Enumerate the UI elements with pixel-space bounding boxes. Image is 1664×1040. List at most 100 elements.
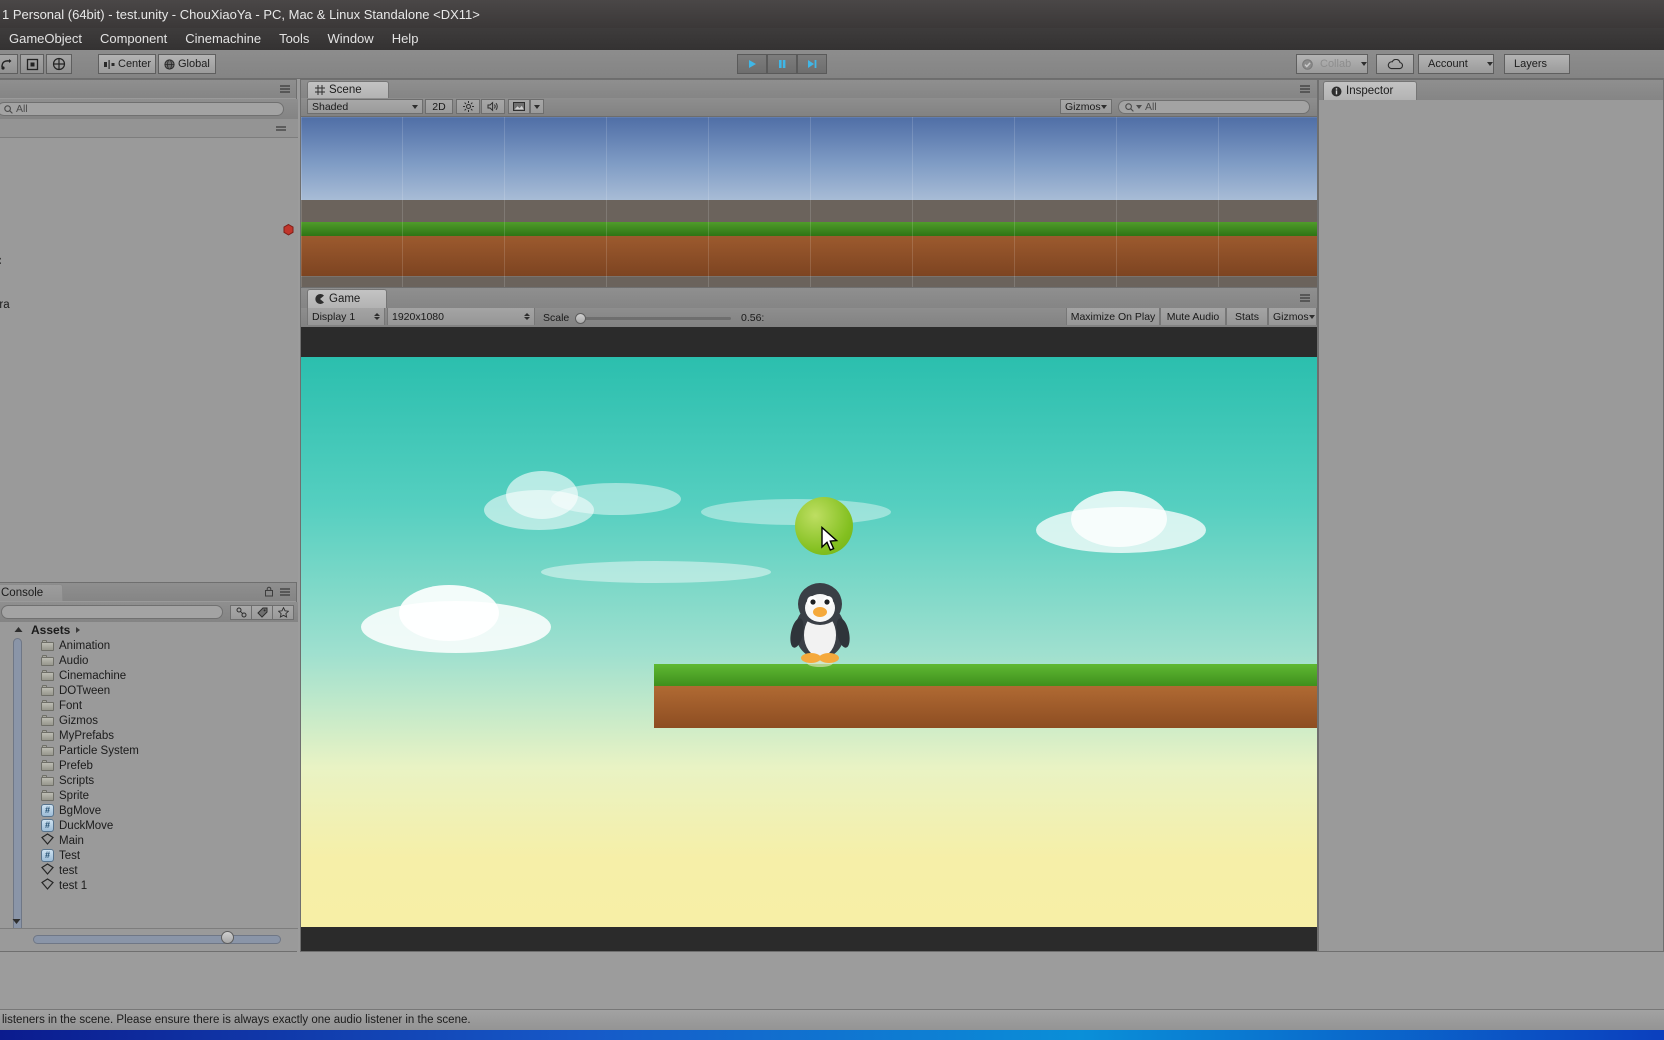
- inspector-panel: Inspector: [1318, 79, 1664, 952]
- space-mode-button[interactable]: Global: [158, 54, 216, 74]
- project-root-label: Assets: [31, 622, 71, 637]
- hierarchy-panel-menu-icon[interactable]: [278, 83, 292, 93]
- csharp-script-icon: #: [41, 819, 54, 832]
- cloud-button[interactable]: [1376, 54, 1414, 74]
- pause-button[interactable]: [767, 54, 797, 74]
- project-scroll-down-icon[interactable]: [11, 916, 25, 927]
- menu-tools[interactable]: Tools: [270, 28, 318, 50]
- ground-dirt: [654, 686, 1317, 728]
- menu-gameobject[interactable]: GameObject: [0, 28, 91, 50]
- scene-fx-toggle[interactable]: [508, 99, 530, 114]
- list-item[interactable]: Particle System: [41, 743, 139, 758]
- scene-2d-toggle[interactable]: 2D: [425, 99, 453, 114]
- list-item[interactable]: # Test: [41, 848, 80, 863]
- game-gizmos-chevron-down-icon: [1308, 314, 1315, 319]
- list-item[interactable]: Prefeb: [41, 758, 93, 773]
- game-viewport[interactable]: [301, 327, 1317, 951]
- folder-icon: [41, 670, 54, 681]
- penguin-character[interactable]: [784, 579, 856, 669]
- hierarchy-item-1[interactable]: era: [0, 297, 298, 312]
- menu-help[interactable]: Help: [383, 28, 428, 50]
- hierarchy-tree[interactable]: : era: [0, 138, 298, 583]
- scene-lighting-toggle[interactable]: [456, 99, 480, 114]
- list-item[interactable]: Sprite: [41, 788, 89, 803]
- game-resolution-dropdown[interactable]: 1920x1080: [387, 308, 535, 325]
- scene-fx-dropdown[interactable]: [530, 99, 544, 114]
- layers-button[interactable]: Layers: [1504, 54, 1570, 74]
- scene-viewport[interactable]: [301, 117, 1317, 287]
- list-item[interactable]: # BgMove: [41, 803, 101, 818]
- list-item[interactable]: DOTween: [41, 683, 110, 698]
- collab-button[interactable]: Collab: [1296, 54, 1368, 74]
- rect-tool-button[interactable]: [46, 54, 72, 74]
- menu-cinemachine[interactable]: Cinemachine: [176, 28, 270, 50]
- project-horizontal-scrollbar[interactable]: [33, 935, 281, 944]
- game-resolution-label: 1920x1080: [392, 310, 444, 323]
- list-item[interactable]: Main: [41, 833, 84, 848]
- image-icon: [513, 102, 525, 111]
- list-item[interactable]: Cinemachine: [41, 668, 126, 683]
- pause-icon: [779, 60, 786, 68]
- list-item[interactable]: Animation: [41, 638, 110, 653]
- cloud-5b: [399, 585, 499, 641]
- project-tree[interactable]: Assets Animation Audio Cinemachine DOTwe…: [0, 622, 298, 929]
- game-display-dropdown[interactable]: Display 1: [307, 308, 385, 325]
- project-zoom-slider-handle[interactable]: [221, 931, 234, 944]
- list-item[interactable]: # DuckMove: [41, 818, 113, 833]
- project-search-input[interactable]: [1, 605, 223, 619]
- list-item[interactable]: Gizmos: [41, 713, 98, 728]
- folder-icon: [41, 700, 54, 711]
- project-root-row[interactable]: Assets: [31, 622, 82, 637]
- project-bottom-bar: [0, 928, 298, 951]
- pivot-mode-button[interactable]: Center: [98, 54, 156, 74]
- game-mute-toggle[interactable]: Mute Audio: [1160, 308, 1226, 325]
- favorites-button[interactable]: [272, 605, 294, 620]
- filter-by-type-button[interactable]: [230, 605, 252, 620]
- game-gizmos-dropdown[interactable]: Gizmos: [1268, 308, 1317, 325]
- scene-asset-icon: [41, 878, 54, 893]
- list-item[interactable]: Audio: [41, 653, 88, 668]
- project-scroll-up-icon[interactable]: [13, 624, 24, 635]
- tab-scene-label: Scene: [329, 84, 362, 96]
- scene-draw-mode-dropdown[interactable]: Shaded: [307, 99, 423, 114]
- hierarchy-filter-menu-icon[interactable]: [274, 123, 288, 133]
- rotate-tool-button[interactable]: [0, 54, 18, 74]
- space-mode-label: Global: [178, 58, 210, 70]
- console-panel-menu-icon[interactable]: [278, 586, 292, 596]
- list-item[interactable]: Scripts: [41, 773, 94, 788]
- menu-component[interactable]: Component: [91, 28, 176, 50]
- filter-by-label-button[interactable]: [251, 605, 273, 620]
- game-scale-slider[interactable]: [579, 317, 731, 320]
- list-item[interactable]: test: [41, 863, 78, 878]
- tab-inspector[interactable]: Inspector: [1323, 81, 1417, 100]
- project-vertical-scrollbar[interactable]: [13, 638, 22, 929]
- green-ball-object[interactable]: [795, 497, 853, 555]
- scene-gizmos-dropdown[interactable]: Gizmos: [1060, 99, 1112, 114]
- list-item[interactable]: test 1: [41, 878, 87, 893]
- game-stats-toggle[interactable]: Stats: [1226, 308, 1268, 325]
- search-chevron-down-icon: [1136, 105, 1142, 109]
- game-scale-slider-handle[interactable]: [575, 313, 586, 324]
- list-item[interactable]: MyPrefabs: [41, 728, 114, 743]
- tab-scene[interactable]: Scene: [307, 81, 389, 98]
- game-panel-menu-icon[interactable]: [1298, 292, 1312, 302]
- csharp-script-icon: #: [41, 849, 54, 862]
- scene-search-input[interactable]: All: [1118, 100, 1310, 114]
- cloud-icon: [1387, 58, 1403, 69]
- hierarchy-search-input[interactable]: All: [0, 102, 284, 116]
- scale-tool-button[interactable]: [20, 54, 44, 74]
- list-item[interactable]: Font: [41, 698, 82, 713]
- hierarchy-item-0[interactable]: :: [0, 253, 298, 268]
- menu-window[interactable]: Window: [318, 28, 382, 50]
- tab-console[interactable]: Console: [0, 584, 63, 601]
- account-button[interactable]: Account: [1418, 54, 1494, 74]
- step-button[interactable]: [797, 54, 827, 74]
- menu-bar: GameObject Component Cinemachine Tools W…: [0, 28, 1664, 50]
- lock-icon[interactable]: [264, 586, 274, 597]
- scene-panel-menu-icon[interactable]: [1298, 83, 1312, 93]
- play-button[interactable]: [737, 54, 767, 74]
- status-bar[interactable]: listeners in the scene. Please ensure th…: [0, 1009, 1664, 1030]
- tab-game[interactable]: Game: [307, 289, 387, 308]
- game-maximize-toggle[interactable]: Maximize On Play: [1066, 308, 1160, 325]
- scene-audio-toggle[interactable]: [481, 99, 505, 114]
